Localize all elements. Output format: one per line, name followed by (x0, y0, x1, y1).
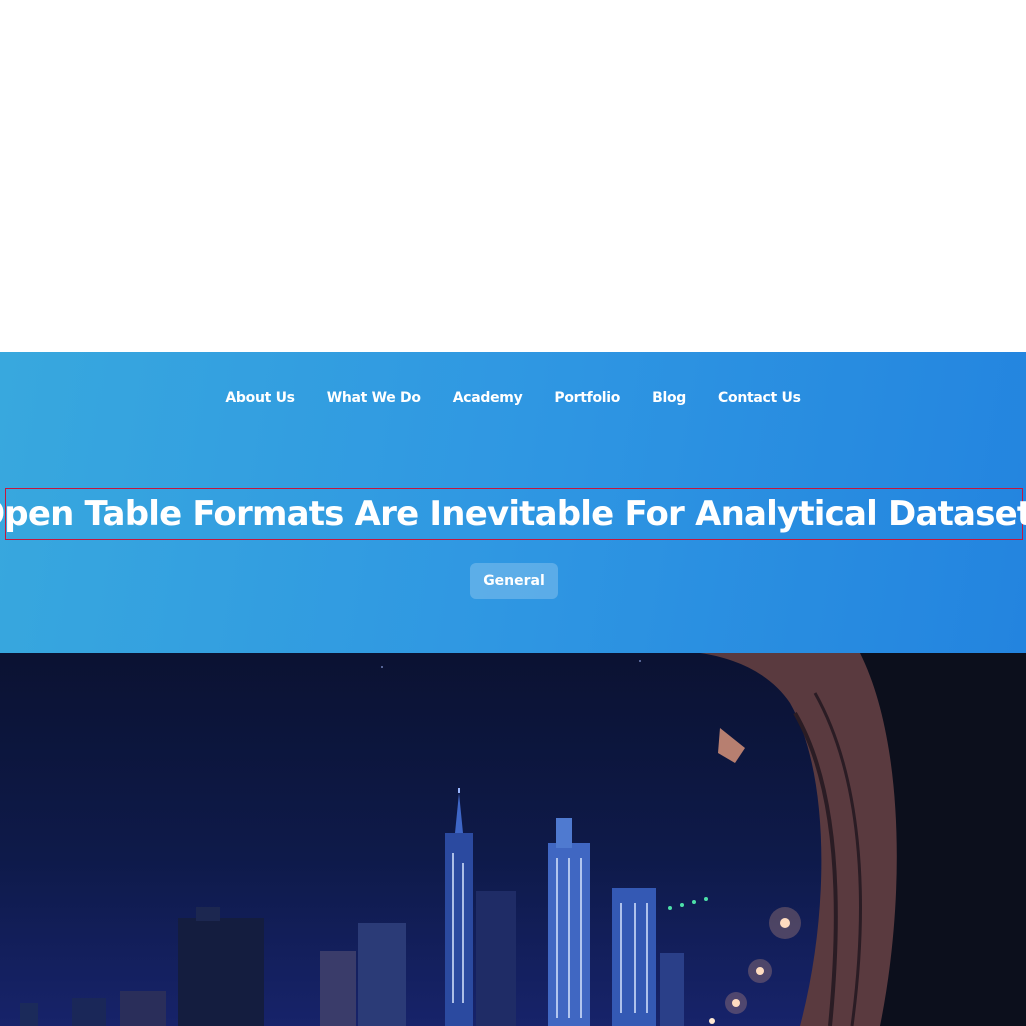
skyline-illustration (20, 653, 1026, 1026)
post-title: Open Table Formats Are Inevitable For An… (0, 494, 1026, 534)
nav-link-what-we-do[interactable]: What We Do (327, 390, 421, 406)
blank-header-area (0, 0, 1026, 352)
nav-link-academy[interactable]: Academy (453, 390, 523, 406)
post-title-container: Open Table Formats Are Inevitable For An… (0, 488, 1026, 540)
main-navigation: About Us What We Do Academy Portfolio Bl… (0, 390, 1026, 406)
category-tag[interactable]: General (470, 563, 558, 599)
nav-link-contact-us[interactable]: Contact Us (718, 390, 801, 406)
nav-link-portfolio[interactable]: Portfolio (554, 390, 620, 406)
post-hero-banner: About Us What We Do Academy Portfolio Bl… (0, 352, 1026, 653)
nav-link-about-us[interactable]: About Us (225, 390, 295, 406)
featured-image-city-skyline (0, 653, 1026, 1026)
nav-link-blog[interactable]: Blog (652, 390, 686, 406)
